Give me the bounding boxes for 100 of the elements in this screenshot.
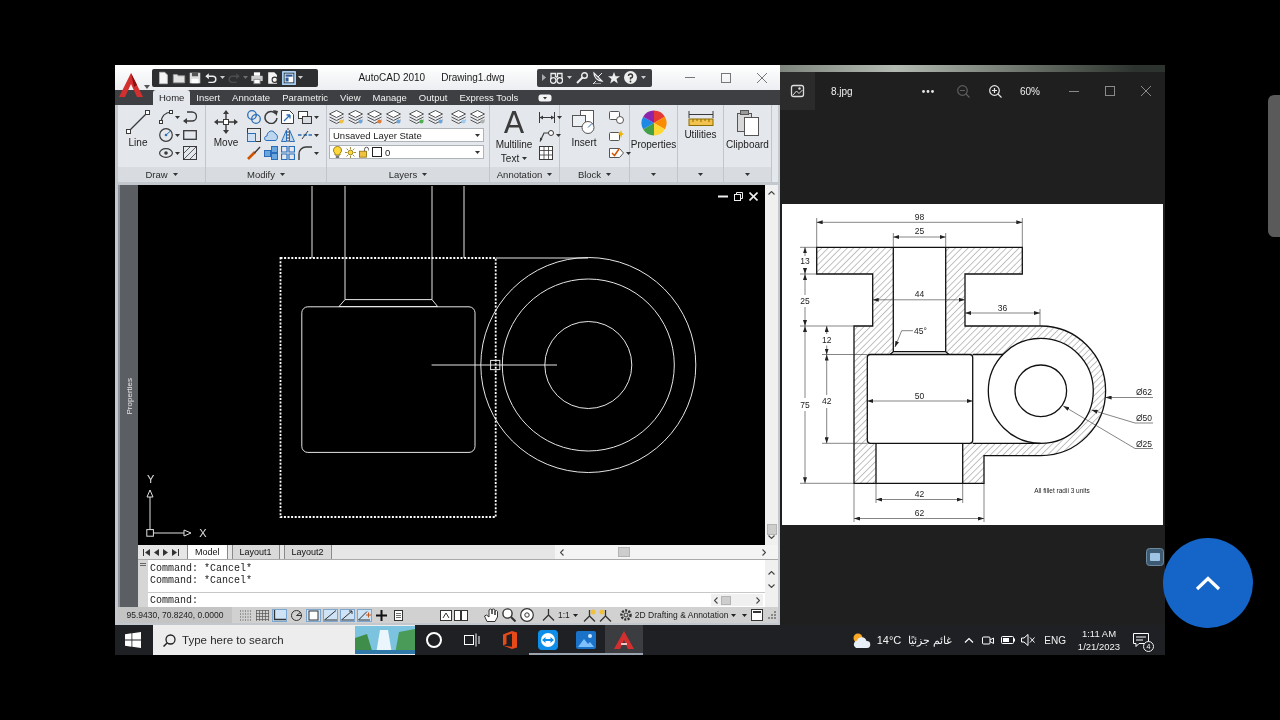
layers-icon[interactable] <box>409 110 424 124</box>
ribbon-tab[interactable]: Parametric <box>276 90 335 105</box>
angle-circle-icon[interactable] <box>289 608 304 622</box>
rounded-corner-icon[interactable] <box>298 146 312 160</box>
mirror-icon[interactable] <box>281 128 295 142</box>
chevron-down-icon[interactable] <box>768 535 775 539</box>
notification-icon[interactable] <box>1133 633 1149 647</box>
clipboard-button[interactable]: Clipboard <box>726 108 769 166</box>
annotation-autoscale-icon[interactable] <box>598 608 612 622</box>
camera-icon[interactable] <box>982 634 995 646</box>
panel-title-button[interactable]: Annotation <box>490 167 559 182</box>
vertical-scrollbar[interactable] <box>765 560 778 607</box>
vertical-scrollbar[interactable] <box>765 185 778 545</box>
grid-icon[interactable] <box>255 608 270 622</box>
horizontal-scrollbar[interactable] <box>555 545 778 559</box>
block-shapes-icon[interactable] <box>609 110 624 124</box>
table-icon[interactable] <box>539 146 553 160</box>
search-bar[interactable]: Type here to search <box>153 625 415 655</box>
command-prompt[interactable]: Command: <box>150 594 198 606</box>
caret-icon[interactable] <box>557 115 562 119</box>
caret-icon[interactable] <box>280 173 285 176</box>
panel-title-button[interactable]: Block <box>560 167 629 182</box>
task-view-icon[interactable] <box>464 633 480 647</box>
star-icon[interactable] <box>608 71 620 84</box>
chevron-right-icon[interactable] <box>762 548 766 556</box>
ribbon-tab[interactable]: Output <box>412 90 454 105</box>
properties-button[interactable]: Properties <box>632 108 675 166</box>
caret-icon[interactable] <box>314 133 319 137</box>
layers-icon[interactable] <box>329 110 344 124</box>
copy-icon[interactable] <box>247 110 261 124</box>
grid-squares-icon[interactable] <box>281 146 295 160</box>
move-button[interactable]: Move <box>208 108 244 166</box>
save-icon[interactable] <box>188 70 202 85</box>
hatch-icon[interactable] <box>183 146 197 160</box>
ribbon-toggle-icon[interactable] <box>538 93 553 102</box>
caret-icon[interactable] <box>572 613 578 617</box>
annotation-scale-button[interactable]: 1:1 <box>542 607 578 623</box>
cloud-shape-icon[interactable] <box>264 129 278 141</box>
help-icon[interactable] <box>624 71 637 84</box>
ribbon-tab[interactable]: Express Tools <box>453 90 525 105</box>
document-arrow-icon[interactable] <box>281 110 294 124</box>
triangle-icon[interactable] <box>542 74 546 81</box>
input-language[interactable]: ENG <box>1044 634 1066 646</box>
layers-icon[interactable] <box>451 110 466 124</box>
caret-icon[interactable] <box>556 133 561 137</box>
panel-title-button[interactable]: Modify <box>206 167 326 182</box>
app-tile-icon[interactable] <box>1146 548 1164 566</box>
curved-arrow-icon[interactable] <box>183 110 197 124</box>
restore-icon[interactable] <box>734 192 743 201</box>
caret-icon[interactable] <box>314 151 319 155</box>
printer-icon[interactable] <box>250 70 264 85</box>
offset-shapes-icon[interactable] <box>264 146 278 160</box>
multiline-text-button[interactable]: A Multiline Text <box>492 108 536 166</box>
clean-screen-icon[interactable] <box>751 609 764 621</box>
minimize-icon[interactable] <box>1069 90 1079 92</box>
caret-icon[interactable] <box>298 76 303 79</box>
clock-time[interactable]: 1:11 AM <box>1081 627 1117 640</box>
chevron-left-icon[interactable] <box>714 596 718 604</box>
stacked-rectangles-icon[interactable] <box>298 110 312 124</box>
ribbon-tab[interactable]: Manage <box>366 90 413 105</box>
panel-title-button[interactable]: Layers <box>327 167 489 182</box>
horizontal-scrollbar[interactable] <box>711 594 763 606</box>
layout-icon[interactable] <box>454 609 468 621</box>
previous-tab-icon[interactable] <box>154 548 159 556</box>
layer-dropdown[interactable]: 0 <box>329 145 484 159</box>
resize-grip-icon[interactable] <box>768 611 776 619</box>
dimension-icon[interactable] <box>539 111 555 123</box>
caret-icon[interactable] <box>626 151 631 155</box>
print-preview-icon[interactable] <box>266 70 280 85</box>
workspace-button[interactable]: 2D Drafting & Annotation <box>619 607 737 623</box>
caret-icon[interactable] <box>175 151 180 155</box>
block-sparkle-icon[interactable] <box>609 129 624 141</box>
ribbon-tab[interactable]: View <box>334 90 367 105</box>
scrollbar-thumb[interactable] <box>1268 95 1280 237</box>
layers-icon[interactable] <box>348 110 363 124</box>
layer-state-dropdown[interactable]: Unsaved Layer State <box>329 128 484 142</box>
list-card-icon[interactable] <box>391 608 406 622</box>
caret-icon[interactable] <box>522 157 528 160</box>
chevron-down-icon[interactable] <box>768 584 775 588</box>
new-file-icon[interactable] <box>156 70 170 85</box>
polyline-icon[interactable] <box>159 110 173 124</box>
caret-icon[interactable] <box>698 173 703 176</box>
caret-icon[interactable] <box>314 115 319 119</box>
ellipse-icon[interactable] <box>159 148 173 158</box>
insert-button[interactable]: Insert <box>562 108 606 166</box>
leader-icon[interactable] <box>539 128 554 142</box>
caret-icon[interactable] <box>567 76 572 79</box>
zoom-icon[interactable] <box>502 608 516 622</box>
scrollbar-thumb[interactable] <box>618 547 630 557</box>
caret-icon[interactable] <box>651 173 656 176</box>
first-tab-icon[interactable] <box>143 548 150 556</box>
caret-icon[interactable] <box>641 76 646 79</box>
steering-wheel-icon[interactable] <box>520 608 534 622</box>
battery-icon[interactable] <box>1001 636 1016 644</box>
circle-icon[interactable] <box>159 128 173 142</box>
properties-palette[interactable]: Properties <box>118 185 138 607</box>
caret-icon[interactable] <box>422 173 428 176</box>
scrollbar-thumb[interactable] <box>721 595 731 605</box>
maximize-icon[interactable] <box>1105 86 1115 96</box>
zoom-in-icon[interactable] <box>989 84 1002 98</box>
